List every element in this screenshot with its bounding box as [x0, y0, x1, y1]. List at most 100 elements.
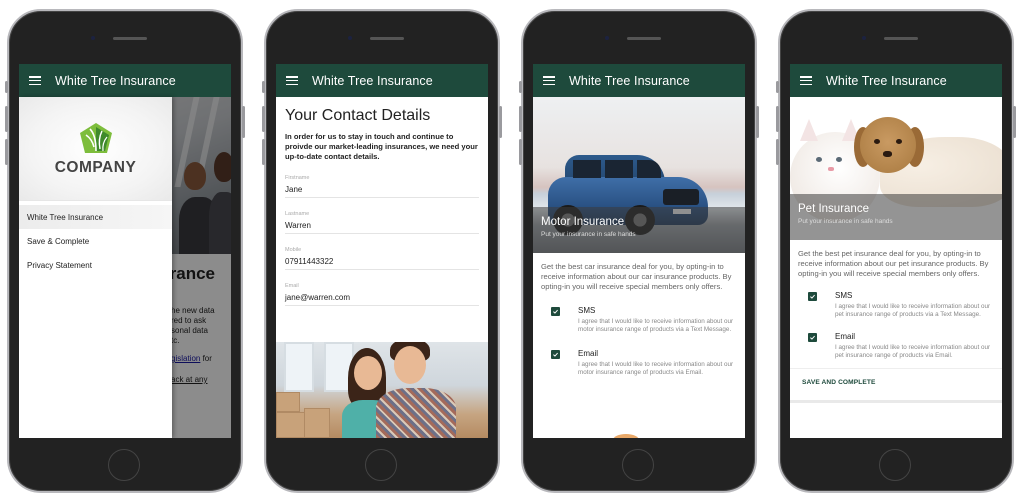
email-option: Email I agree that I would like to recei… — [790, 332, 1002, 361]
mute-switch — [5, 81, 8, 93]
firstname-field[interactable]: Firstname Jane — [285, 175, 479, 198]
sms-checkbox[interactable] — [551, 307, 560, 316]
app-title: White Tree Insurance — [826, 73, 947, 88]
earpiece-speaker — [884, 37, 918, 40]
email-input[interactable]: jane@warren.com — [285, 293, 479, 302]
email-checkbox[interactable] — [551, 349, 560, 359]
front-camera — [91, 36, 95, 40]
phone-frame-pet: White Tree Insurance Pet Insurance Put y… — [776, 9, 1016, 493]
company-logo-text: COMPANY — [54, 158, 137, 176]
mobile-label: Mobile — [285, 247, 302, 253]
volume-up-button — [776, 106, 779, 132]
lastname-field[interactable]: Lastname Warren — [285, 211, 479, 234]
email-option-text: I agree that I would like to receive inf… — [835, 343, 991, 359]
sms-option-label: SMS — [578, 306, 596, 315]
screen: White Tree Insurance Pet Insurance Put y… — [790, 64, 1002, 438]
front-camera — [862, 36, 866, 40]
navigation-drawer: COMPANY White Tree Insurance Save & Comp… — [19, 97, 172, 438]
power-button — [756, 106, 759, 138]
home-button[interactable] — [879, 449, 911, 481]
hero-caption: Pet Insurance Put your insurance in safe… — [790, 194, 1002, 240]
hero-title: Motor Insurance — [541, 216, 625, 228]
screen: White Tree Insurance rance he new data r… — [19, 64, 231, 438]
mute-switch — [776, 81, 779, 93]
sms-option: SMS I agree that I would like to receive… — [533, 306, 745, 335]
drawer-item-save-complete[interactable]: Save & Complete — [19, 229, 172, 253]
couple-image — [276, 342, 488, 438]
mobile-input[interactable]: 07911443322 — [285, 257, 479, 266]
mobile-field[interactable]: Mobile 07911443322 — [285, 247, 479, 270]
phone-frame-menu: White Tree Insurance rance he new data r… — [5, 9, 245, 493]
pet-hero: Pet Insurance Put your insurance in safe… — [790, 97, 1002, 240]
app-title: White Tree Insurance — [569, 73, 690, 88]
hamburger-menu-icon[interactable] — [29, 76, 41, 85]
hero-caption: Motor Insurance Put your insurance in sa… — [533, 207, 745, 253]
email-option: Email I agree that I would like to recei… — [533, 349, 745, 378]
hero-subtitle: Put your insurance in safe hands — [798, 218, 893, 225]
hamburger-menu-icon[interactable] — [543, 76, 555, 85]
save-and-complete-button[interactable]: SAVE AND COMPLETE — [790, 368, 1002, 396]
home-button[interactable] — [622, 449, 654, 481]
page-title: Your Contact Details — [285, 107, 431, 124]
email-option-label: Email — [578, 348, 599, 358]
firstname-input[interactable]: Jane — [285, 185, 479, 194]
mute-switch — [262, 81, 265, 93]
front-camera — [605, 36, 609, 40]
volume-down-button — [5, 139, 8, 165]
phone-frame-contact: White Tree Insurance Your Contact Detail… — [262, 9, 502, 493]
checkmark-icon — [810, 294, 815, 299]
sms-option-label: SMS — [835, 291, 853, 300]
app-title: White Tree Insurance — [55, 73, 176, 88]
volume-down-button — [776, 139, 779, 165]
firstname-label: Firstname — [285, 175, 310, 181]
sms-option-text: I agree that I would like to receive inf… — [835, 303, 991, 319]
drawer-header: COMPANY — [19, 97, 172, 201]
hamburger-menu-icon[interactable] — [800, 76, 812, 85]
earpiece-speaker — [370, 37, 404, 40]
app-bar: White Tree Insurance — [790, 64, 1002, 97]
volume-down-button — [519, 139, 522, 165]
footer-divider — [790, 400, 1002, 404]
drawer-item-white-tree-insurance[interactable]: White Tree Insurance — [19, 205, 172, 229]
email-option-text: I agree that I would like to receive inf… — [578, 360, 734, 376]
tree-logo-icon — [79, 122, 112, 153]
app-bar: White Tree Insurance — [19, 64, 231, 97]
hamburger-menu-icon[interactable] — [286, 76, 298, 85]
checkmark-icon — [810, 335, 815, 340]
screen: White Tree Insurance Your Contact Detail… — [276, 64, 488, 438]
volume-up-button — [519, 106, 522, 132]
app-bar: White Tree Insurance — [533, 64, 745, 97]
hero-title: Pet Insurance — [798, 203, 869, 215]
email-label: Email — [285, 283, 299, 289]
screen: White Tree Insurance Motor Insurance Put… — [533, 64, 745, 438]
sms-option: SMS I agree that I would like to receive… — [790, 291, 1002, 320]
drawer-item-privacy-statement[interactable]: Privacy Statement — [19, 253, 172, 277]
email-checkbox[interactable] — [808, 332, 817, 342]
app-title: White Tree Insurance — [312, 73, 433, 88]
phone-frame-motor: White Tree Insurance Motor Insurance Put… — [519, 9, 759, 493]
volume-down-button — [262, 139, 265, 165]
checkmark-icon — [553, 309, 558, 314]
sms-option-text: I agree that I would like to receive inf… — [578, 318, 734, 334]
hero-subtitle: Put your insurance in safe hands — [541, 231, 636, 238]
intro-text: In order for us to stay in touch and con… — [285, 132, 478, 161]
home-button[interactable] — [365, 449, 397, 481]
lastname-label: Lastname — [285, 211, 310, 217]
motor-description: Get the best car insurance deal for you,… — [541, 262, 732, 291]
power-button — [499, 106, 502, 138]
volume-up-button — [5, 106, 8, 132]
earpiece-speaker — [113, 37, 147, 40]
partial-image-peek — [613, 434, 639, 438]
lastname-input[interactable]: Warren — [285, 221, 479, 230]
earpiece-speaker — [627, 37, 661, 40]
email-field[interactable]: Email jane@warren.com — [285, 283, 479, 306]
sms-checkbox[interactable] — [808, 292, 817, 301]
home-button[interactable] — [108, 449, 140, 481]
power-button — [1013, 106, 1016, 138]
volume-up-button — [262, 106, 265, 132]
motor-hero: Motor Insurance Put your insurance in sa… — [533, 97, 745, 253]
email-option-label: Email — [835, 331, 856, 341]
pet-description: Get the best pet insurance deal for you,… — [798, 249, 989, 278]
front-camera — [348, 36, 352, 40]
app-bar: White Tree Insurance — [276, 64, 488, 97]
